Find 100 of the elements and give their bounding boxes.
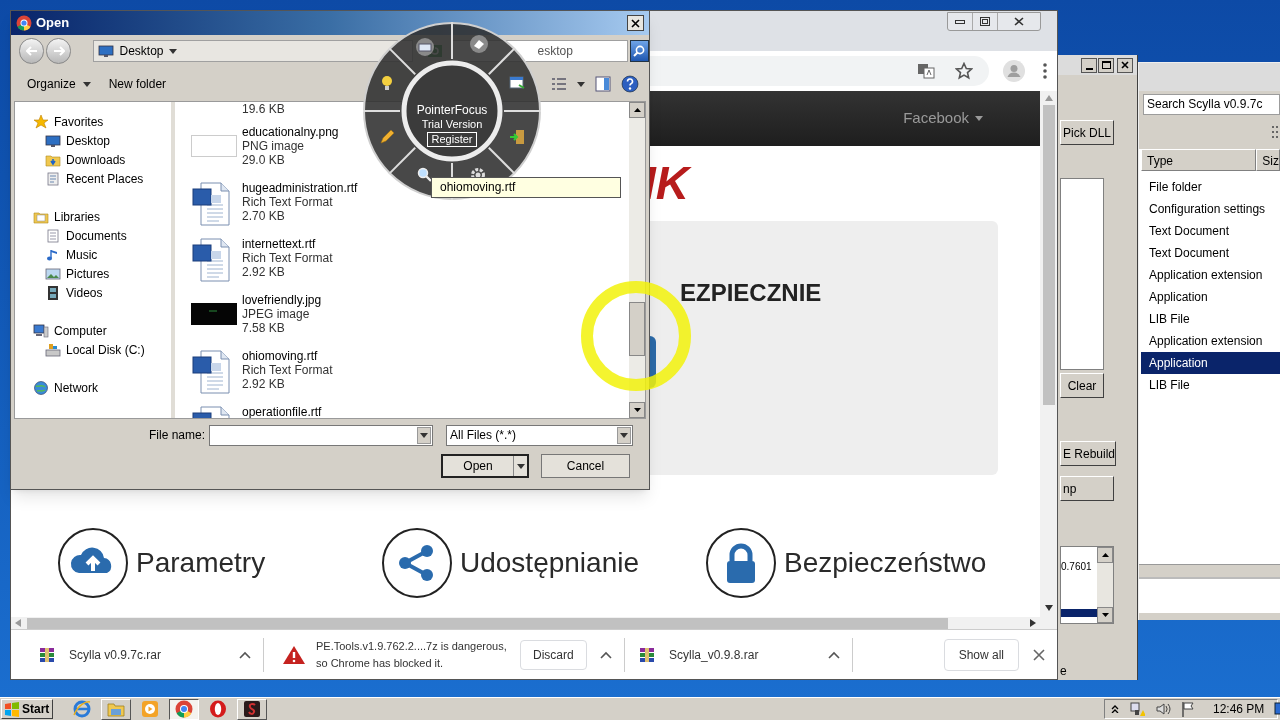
nav-item[interactable]: Desktop: [15, 131, 171, 150]
maximize-button[interactable]: [1098, 57, 1114, 73]
flag-icon[interactable]: [1181, 701, 1195, 717]
download-file-name[interactable]: Scylla v0.9.7c.rar: [69, 645, 162, 664]
file-name[interactable]: ohiomoving.rtf: [242, 349, 333, 363]
view-list-icon[interactable]: [551, 77, 567, 91]
list-row[interactable]: LIB File: [1141, 374, 1280, 396]
list-box[interactable]: [1060, 178, 1104, 370]
list-row[interactable]: Configuration settings: [1141, 198, 1280, 220]
nav-item[interactable]: Computer: [15, 321, 171, 340]
column-header[interactable]: Type: [1141, 149, 1257, 171]
scrollbar-thumb[interactable]: [629, 302, 645, 356]
nav-item[interactable]: Documents: [15, 226, 171, 245]
open-button[interactable]: Open: [441, 454, 529, 478]
file-type: PNG image: [242, 139, 306, 153]
file-name[interactable]: educationalny.png: [242, 125, 339, 139]
nav-item[interactable]: Pictures: [15, 264, 171, 283]
search-field[interactable]: Search Scylla v0.9.7c: [1143, 94, 1280, 115]
view-menu-caret-icon: [577, 81, 585, 87]
toolbar-button[interactable]: New folder: [102, 72, 173, 96]
pencil-icon[interactable]: [378, 128, 396, 146]
start-button[interactable]: Start: [1, 699, 53, 719]
forward-button[interactable]: [46, 38, 72, 64]
push-button[interactable]: Pick DLL: [1060, 120, 1114, 145]
push-button[interactable]: E Rebuild: [1060, 441, 1116, 466]
file-name[interactable]: internettext.rtf: [242, 237, 333, 251]
window-icon[interactable]: [508, 74, 526, 92]
close-button[interactable]: [627, 15, 644, 31]
dropdown-caret-icon: [82, 81, 91, 87]
show-all-button[interactable]: Show all: [943, 638, 1019, 671]
file-size: 29.0 KB: [242, 153, 286, 167]
windows-logo-icon: [4, 701, 20, 717]
list-row[interactable]: Application extension: [1141, 330, 1280, 352]
chevron-up-icon[interactable]: [239, 650, 251, 659]
scrollbar[interactable]: [629, 102, 645, 418]
nav-item[interactable]: Videos: [15, 283, 171, 302]
nav-item[interactable]: Network: [15, 378, 171, 397]
caret-icon: [620, 432, 628, 438]
scrollbar-thumb[interactable]: [1042, 105, 1055, 405]
preview-pane-icon[interactable]: [595, 76, 611, 92]
close-icon[interactable]: [1033, 648, 1045, 661]
chevron-up-icon[interactable]: [600, 650, 612, 659]
network-icon[interactable]: [1129, 701, 1145, 717]
chevron-up-icon[interactable]: [1111, 705, 1119, 713]
nav-item[interactable]: Downloads: [15, 150, 171, 169]
list-row[interactable]: Text Document: [1141, 242, 1280, 264]
menu-dots-icon[interactable]: [1043, 63, 1047, 79]
file-name[interactable]: hugeadministration.rtf: [242, 181, 358, 195]
caret-icon: [168, 48, 177, 54]
push-button[interactable]: Clear: [1060, 373, 1104, 398]
discard-button[interactable]: Discard: [520, 639, 587, 670]
browser-logo-icon: [16, 15, 32, 31]
bookmark-star-icon[interactable]: [955, 62, 973, 80]
chevron-up-icon[interactable]: [828, 650, 840, 659]
cancel-button[interactable]: Cancel: [541, 454, 630, 478]
taskbar-button[interactable]: [169, 698, 199, 720]
list-row[interactable]: LIB File: [1141, 308, 1280, 330]
nav-item[interactable]: Favorites: [15, 112, 171, 131]
file-type-dropdown[interactable]: All Files (*.*): [446, 424, 633, 446]
list-row[interactable]: Text Document: [1141, 220, 1280, 242]
close-button[interactable]: [1117, 57, 1133, 73]
log-text: 0.7601: [1061, 560, 1093, 574]
list-row[interactable]: Application: [1141, 286, 1280, 308]
magnifier-icon[interactable]: [416, 166, 434, 184]
file-size: 2.92 KB: [242, 377, 286, 391]
nav-item[interactable]: Recent Places: [15, 169, 171, 188]
vertical-scrollbar[interactable]: [1040, 91, 1057, 629]
search-button[interactable]: [629, 40, 649, 62]
minimize-button[interactable]: [1081, 57, 1097, 73]
translate-icon[interactable]: [917, 62, 935, 80]
avatar-icon[interactable]: [1003, 60, 1025, 82]
nav-link[interactable]: Facebook: [903, 107, 983, 130]
register-button[interactable]: Register: [426, 132, 478, 147]
file-name[interactable]: lovefriendly.jpg: [242, 293, 322, 307]
help-icon[interactable]: [621, 75, 639, 93]
nav-item[interactable]: Libraries: [15, 207, 171, 226]
download-warning: PE.Tools.v1.9.762.2....7z is dangerous, so Chrome has blocked it.: [316, 638, 508, 671]
file-name[interactable]: operationfile.rtf: [242, 405, 322, 418]
column-header[interactable]: Siz: [1256, 149, 1280, 171]
list-row[interactable]: Application extension: [1141, 264, 1280, 286]
image-thumbnail-icon: [191, 135, 237, 157]
toolbar-button[interactable]: Organize: [21, 72, 97, 96]
warning-icon: [282, 644, 306, 665]
list-row[interactable]: File folder: [1141, 176, 1280, 198]
archive-icon: [639, 646, 655, 663]
nav-item[interactable]: Music: [15, 245, 171, 264]
back-button[interactable]: [19, 38, 45, 64]
download-file-name[interactable]: Scylla_v0.9.8.rar: [669, 645, 759, 664]
keyboard-icon[interactable]: [416, 38, 434, 56]
list-row[interactable]: Application: [1141, 352, 1280, 374]
push-button[interactable]: np: [1060, 476, 1114, 501]
speaker-icon[interactable]: [1155, 701, 1171, 717]
view-options-icon[interactable]: [1272, 125, 1278, 139]
caret-icon: [975, 116, 983, 121]
scrollbar[interactable]: [1097, 547, 1113, 623]
image-icon: [45, 265, 61, 282]
eraser-icon[interactable]: [470, 35, 488, 53]
exit-door-icon[interactable]: [508, 128, 526, 146]
nav-item[interactable]: Local Disk (C:): [15, 340, 171, 359]
file-name-field[interactable]: [209, 424, 433, 446]
